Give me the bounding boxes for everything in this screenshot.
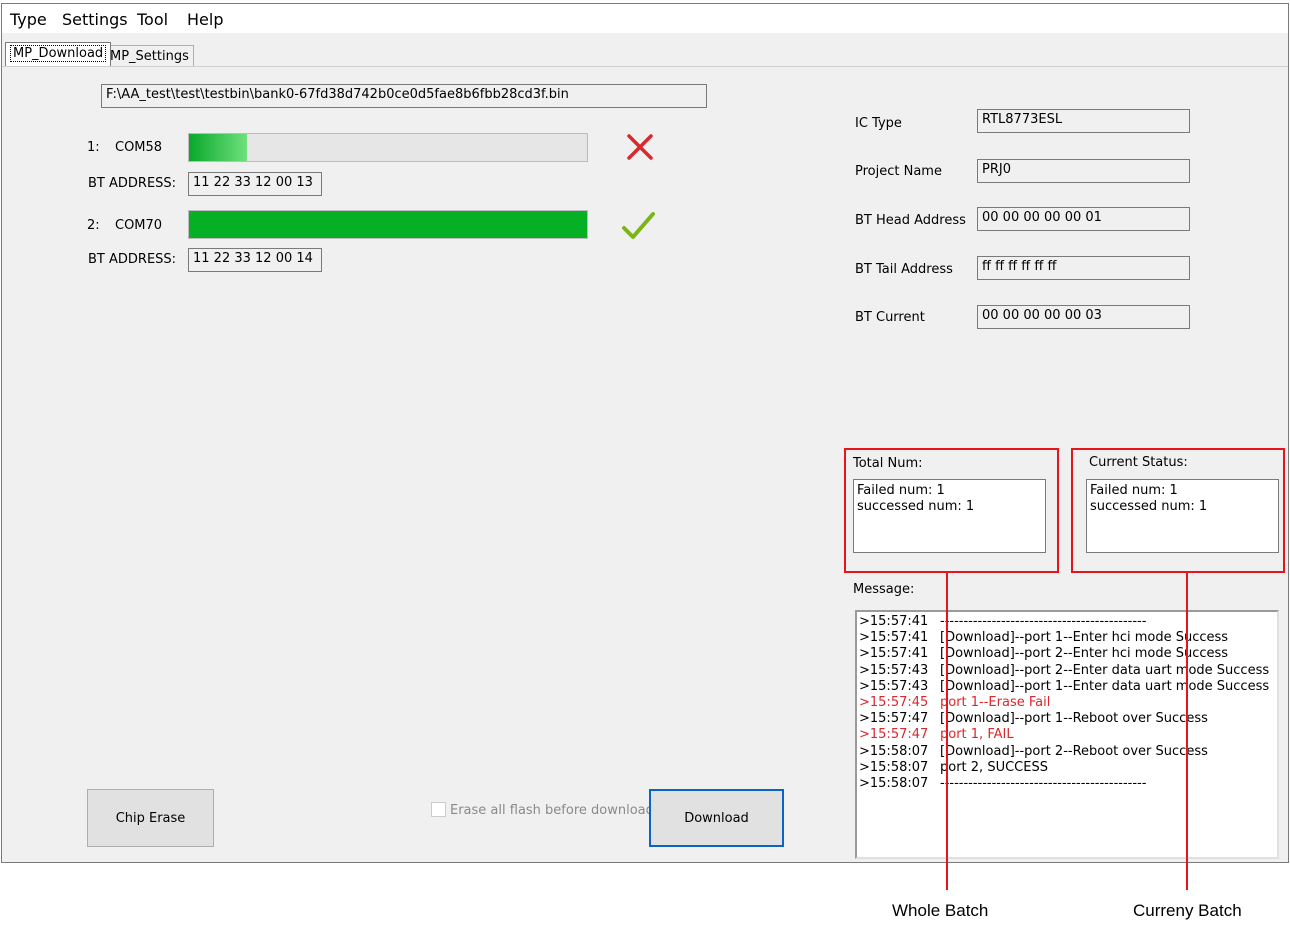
current-batch-annotation: Curreny Batch: [1133, 901, 1242, 920]
chip-erase-button[interactable]: Chip Erase: [87, 789, 214, 847]
log-text: [Download]--port 2--Enter data uart mode…: [940, 662, 1270, 678]
bt-tail-address-label: BT Tail Address: [855, 262, 953, 277]
port-1-index: 1:: [87, 140, 100, 155]
port-2-com: COM70: [115, 218, 163, 233]
log-text: [Download]--port 2--Enter hci mode Succe…: [940, 646, 1229, 662]
log-text: port 2, SUCCESS: [940, 759, 1048, 775]
total-num-title: Total Num:: [853, 456, 923, 471]
log-text: [Download]--port 1--Enter hci mode Succe…: [940, 630, 1229, 646]
erase-all-checkbox[interactable]: [431, 802, 446, 817]
log-line: >15:57:43 [Download]--port 2--Enter data …: [859, 663, 1275, 679]
ic-type-label: IC Type: [855, 116, 902, 131]
log-line: >15:57:45 port 1--Erase Fail: [859, 695, 1275, 711]
current-status-box: Failed num: 1 successed num: 1: [1086, 479, 1279, 553]
current-batch-pointer-line: [1186, 572, 1188, 890]
bt-head-address-label: BT Head Address: [855, 213, 966, 228]
port-2-bt-address-label: BT ADDRESS:: [88, 252, 177, 267]
checkmark-icon: [622, 212, 655, 239]
port-1-bt-address-field[interactable]: 11 22 33 12 00 13: [188, 172, 322, 196]
tab-mp-download[interactable]: MP_Download: [5, 42, 112, 66]
app-window: Type Settings Tool Help MP_Settings MP_D…: [1, 3, 1289, 863]
total-num-box: Failed num: 1 successed num: 1: [853, 479, 1046, 553]
port-2-progress-fill: [189, 211, 587, 238]
message-title: Message:: [853, 582, 915, 597]
total-successed-num: successed num: 1: [857, 499, 975, 514]
log-line: >15:57:41 -------------------------------…: [859, 614, 1275, 630]
port-2-index: 2:: [87, 218, 100, 233]
ic-type-field[interactable]: RTL8773ESL: [977, 109, 1190, 133]
log-text: [Download]--port 1--Reboot over Success: [940, 711, 1208, 727]
log-line: >15:57:41 [Download]--port 1--Enter hci m…: [859, 630, 1275, 646]
log-time: >15:57:41: [859, 630, 929, 646]
log-line: >15:58:07 port 2, SUCCESS: [859, 760, 1275, 776]
log-line: >15:57:41 [Download]--port 2--Enter hci m…: [859, 646, 1275, 662]
port-1-bt-address-label: BT ADDRESS:: [88, 176, 177, 191]
log-line: >15:57:47 port 1, FAIL: [859, 727, 1275, 743]
menu-bar: Type Settings Tool Help: [2, 4, 1288, 33]
log-time: >15:58:07: [859, 775, 929, 791]
port-2-progress-bar: [188, 210, 588, 239]
log-time: >15:58:07: [859, 759, 929, 775]
log-text: port 1, FAIL: [940, 727, 1014, 743]
menu-help[interactable]: Help: [187, 10, 223, 29]
menu-type[interactable]: Type: [10, 10, 47, 29]
log-time: >15:57:41: [859, 646, 929, 662]
erase-all-label[interactable]: Erase all flash before download: [450, 803, 654, 818]
file-path-field[interactable]: F:\AA_test\test\testbin\bank0-67fd38d742…: [101, 84, 707, 108]
log-time: >15:57:45: [859, 694, 929, 710]
log-line: >15:57:47 [Download]--port 1--Reboot over…: [859, 711, 1275, 727]
bt-tail-address-field[interactable]: ff ff ff ff ff ff: [977, 256, 1190, 280]
log-time: >15:58:07: [859, 743, 929, 759]
bt-head-address-field[interactable]: 00 00 00 00 00 01: [977, 207, 1190, 231]
log-text: port 1--Erase Fail: [940, 694, 1051, 710]
log-text: [Download]--port 1--Enter data uart mode…: [940, 678, 1270, 694]
download-button[interactable]: Download: [649, 789, 784, 847]
current-status-title: Current Status:: [1089, 455, 1188, 470]
port-1-progress-fill: [189, 134, 247, 161]
current-successed-num: successed num: 1: [1090, 499, 1208, 514]
project-name-field[interactable]: PRJ0: [977, 159, 1190, 183]
tab-mp-download-label: MP_Download: [10, 45, 107, 62]
total-failed-num: Failed num: 1: [857, 483, 945, 498]
menu-tool[interactable]: Tool: [137, 10, 168, 29]
log-text: [Download]--port 2--Reboot over Success: [940, 743, 1208, 759]
log-time: >15:57:47: [859, 711, 929, 727]
port-2-bt-address-field[interactable]: 11 22 33 12 00 14: [188, 248, 322, 272]
cross-icon: [627, 134, 653, 160]
log-time: >15:57:47: [859, 727, 929, 743]
log-time: >15:57:43: [859, 678, 929, 694]
bt-current-label: BT Current: [855, 310, 925, 325]
log-line: >15:58:07 -------------------------------…: [859, 776, 1275, 792]
bt-current-field[interactable]: 00 00 00 00 00 03: [977, 305, 1190, 329]
log-time: >15:57:43: [859, 662, 929, 678]
log-line: >15:58:07 [Download]--port 2--Reboot over…: [859, 744, 1275, 760]
log-time: >15:57:41: [859, 614, 929, 629]
tab-mp-settings[interactable]: MP_Settings: [105, 45, 194, 67]
message-log[interactable]: >15:57:41 -------------------------------…: [855, 610, 1279, 859]
log-text: ----------------------------------------…: [940, 614, 1147, 629]
current-failed-num: Failed num: 1: [1090, 483, 1178, 498]
port-1-com: COM58: [115, 140, 163, 155]
project-name-label: Project Name: [855, 164, 942, 179]
port-1-progress-bar: [188, 133, 588, 162]
whole-batch-annotation: Whole Batch: [892, 901, 989, 920]
tab-divider: [2, 66, 1288, 67]
whole-batch-pointer-line: [946, 572, 948, 890]
log-line: >15:57:43 [Download]--port 1--Enter data …: [859, 679, 1275, 695]
log-text: ----------------------------------------…: [940, 775, 1147, 791]
menu-settings[interactable]: Settings: [62, 10, 128, 29]
